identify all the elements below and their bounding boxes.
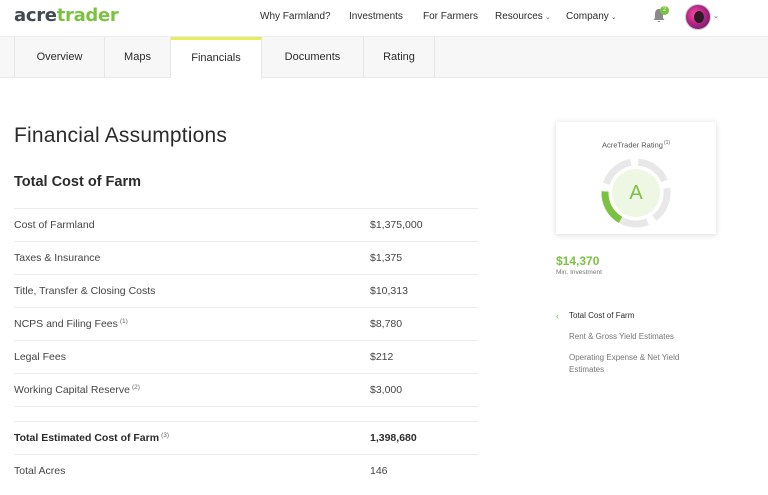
cost-table: Cost of Farmland $1,375,000 Taxes & Insu… <box>14 208 478 487</box>
sidenav-item-operating-expense[interactable]: Operating Expense & Net Yield Estimates <box>556 352 706 376</box>
table-row: Legal Fees $212 <box>14 340 478 373</box>
chevron-down-icon[interactable]: ⌄ <box>713 12 719 20</box>
section-title: Total Cost of Farm <box>14 174 142 190</box>
table-spacer <box>14 406 478 421</box>
chevron-left-icon: ‹ <box>556 311 559 321</box>
tab-overview[interactable]: Overview <box>14 37 105 78</box>
row-value: $212 <box>370 351 394 363</box>
table-row: Total Acres 146 <box>14 454 478 487</box>
nav-for-farmers[interactable]: For Farmers <box>423 11 478 22</box>
row-value: $1,375 <box>370 252 403 264</box>
top-navbar: acretrader Why Farmland? Investments For… <box>0 0 768 36</box>
nav-company[interactable]: Company ⌄ <box>566 11 617 22</box>
tab-financials[interactable]: Financials <box>171 37 262 79</box>
nav-resources[interactable]: Resources ⌄ <box>495 11 551 22</box>
tab-rating[interactable]: Rating <box>364 37 435 78</box>
tab-documents[interactable]: Documents <box>262 37 364 78</box>
min-investment-amount: $14,370 <box>556 254 600 268</box>
section-nav: ‹ Total Cost of Farm Rent & Gross Yield … <box>556 310 726 385</box>
row-value: 146 <box>370 465 388 477</box>
table-row: Working Capital Reserve (2) $3,000 <box>14 373 478 406</box>
avatar[interactable] <box>685 4 711 30</box>
row-value: $8,780 <box>370 318 403 330</box>
table-row: Taxes & Insurance $1,375 <box>14 241 478 274</box>
row-value: $10,313 <box>370 285 408 297</box>
min-investment-label: Min. Investment <box>556 269 602 276</box>
chevron-down-icon: ⌄ <box>544 14 551 21</box>
row-label: Total Acres <box>14 465 66 477</box>
row-label: NCPS and Filing Fees (1) <box>14 318 128 330</box>
row-value: $3,000 <box>370 384 403 396</box>
tab-maps[interactable]: Maps <box>105 37 171 78</box>
table-row: Title, Transfer & Closing Costs $10,313 <box>14 274 478 307</box>
table-row-total: Total Estimated Cost of Farm (3) 1,398,68… <box>14 421 478 454</box>
rating-card: AcreTrader Rating(1) A <box>556 122 716 234</box>
footnote-ref[interactable]: (1) <box>120 318 128 325</box>
table-row: NCPS and Filing Fees (1) $8,780 <box>14 307 478 340</box>
row-label: Title, Transfer & Closing Costs <box>14 285 156 297</box>
footnote-ref[interactable]: (1) <box>664 140 670 146</box>
notification-badge: 2 <box>660 6 669 15</box>
rating-title: AcreTrader Rating(1) <box>601 140 671 150</box>
nav-why-farmland[interactable]: Why Farmland? <box>260 11 331 22</box>
sidenav-item-rent-gross-yield[interactable]: Rent & Gross Yield Estimates <box>556 331 726 343</box>
sidenav-item-total-cost[interactable]: ‹ Total Cost of Farm <box>556 310 726 322</box>
row-label: Working Capital Reserve (2) <box>14 384 140 396</box>
row-label: Legal Fees <box>14 351 66 363</box>
chevron-down-icon: ⌄ <box>610 14 617 21</box>
rating-grade: A <box>629 182 643 204</box>
footnote-ref[interactable]: (3) <box>161 432 169 439</box>
row-label: Total Estimated Cost of Farm (3) <box>14 432 170 444</box>
nav-investments[interactable]: Investments <box>349 11 403 22</box>
row-label: Cost of Farmland <box>14 219 95 231</box>
page-title: Financial Assumptions <box>14 124 228 147</box>
footnote-ref[interactable]: (2) <box>132 384 140 391</box>
tab-bar: Overview Maps Financials Documents Ratin… <box>0 36 768 79</box>
row-label: Taxes & Insurance <box>14 252 101 264</box>
table-row: Cost of Farmland $1,375,000 <box>14 208 478 241</box>
brand-logo[interactable]: acretrader <box>14 5 119 26</box>
row-value: 1,398,680 <box>370 432 417 444</box>
row-value: $1,375,000 <box>370 219 423 231</box>
